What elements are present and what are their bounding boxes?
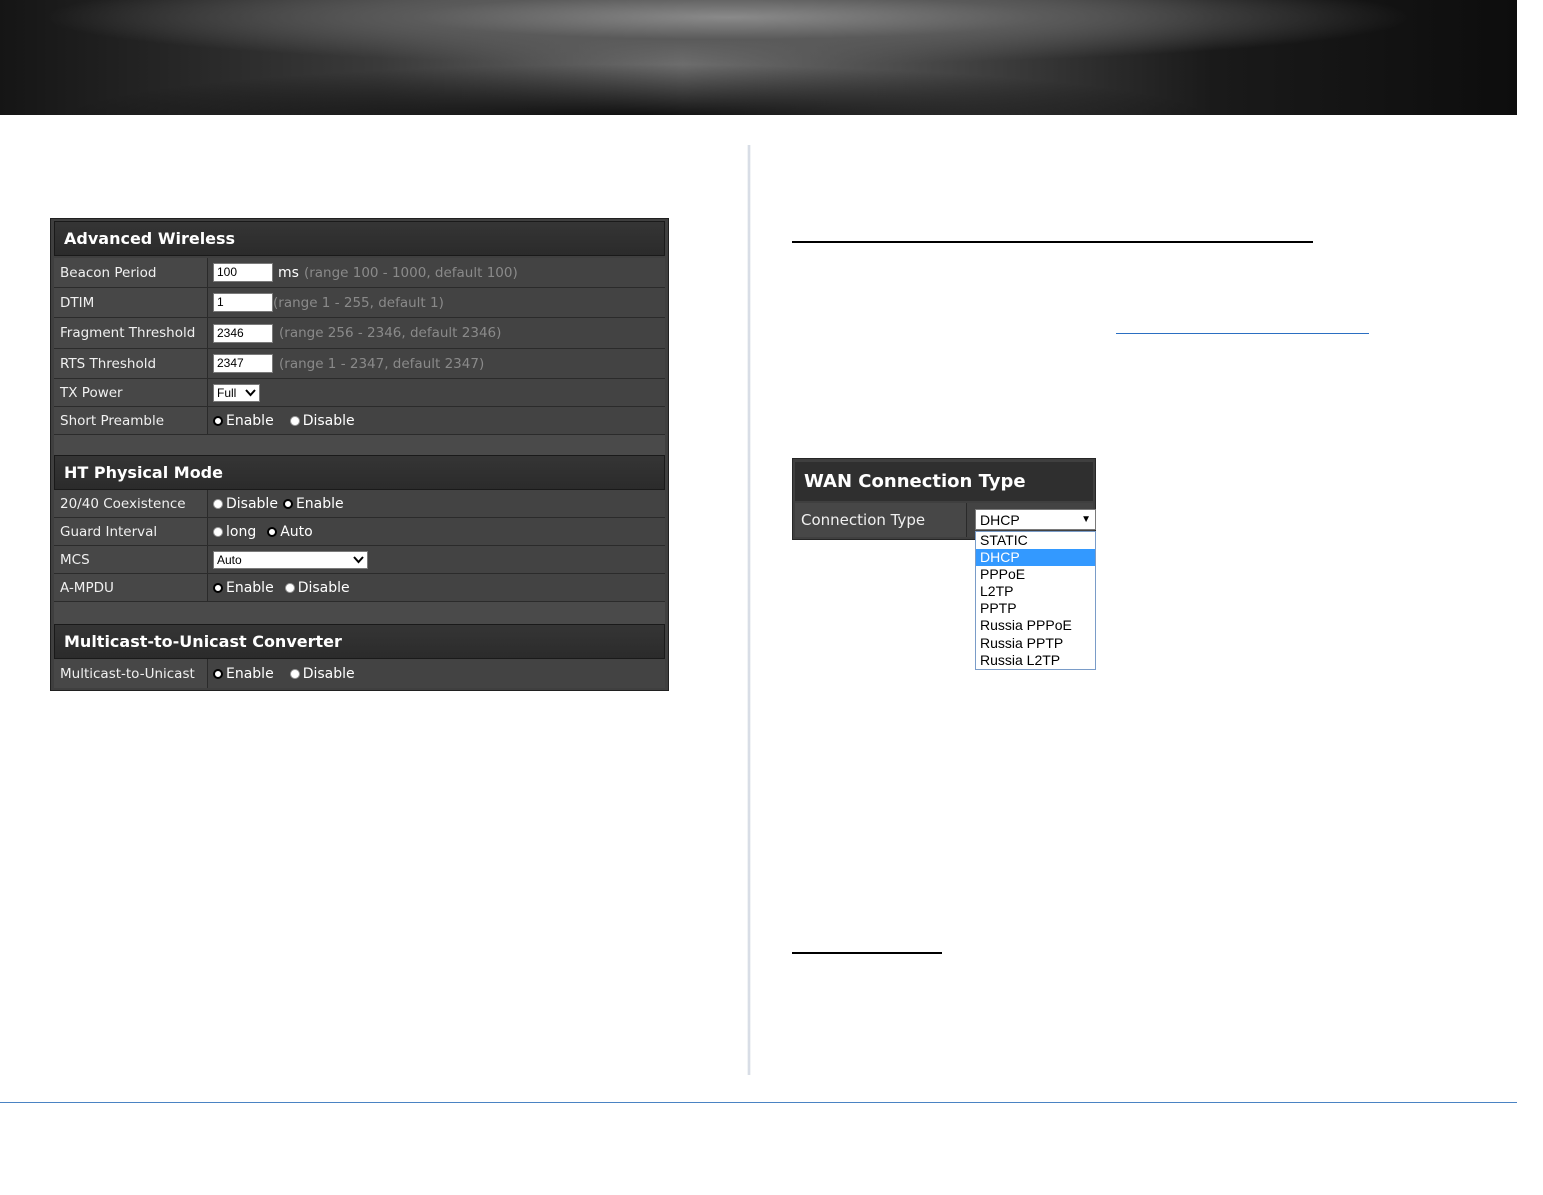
tx-power-row: TX Power Full (54, 379, 665, 407)
option-dhcp[interactable]: DHCP (976, 549, 1095, 567)
coexistence-disable-radio[interactable] (213, 498, 223, 509)
ampdu-disable-radio[interactable] (284, 582, 295, 593)
multicast-disable-radio[interactable] (289, 668, 300, 679)
beacon-period-input[interactable]: 100 (213, 263, 273, 282)
ampdu-row: A-MPDU Enable Disable (54, 574, 665, 602)
tx-power-value: Full (217, 385, 237, 400)
short-preamble-disable-label: Disable (302, 412, 355, 429)
dtim-hint: (range 1 - 255, default 1) (273, 294, 444, 311)
guard-interval-label: Guard Interval (54, 518, 208, 545)
tx-power-label: TX Power (54, 379, 208, 406)
mcs-label: MCS (54, 546, 208, 573)
option-pppoe[interactable]: PPPoE (976, 566, 1095, 583)
coexistence-enable-radio[interactable] (282, 498, 293, 509)
chevron-down-icon (353, 555, 364, 563)
advanced-wireless-panel: Advanced Wireless Beacon Period 100 ms (… (50, 218, 669, 691)
fragment-threshold-input[interactable]: 2346 (213, 323, 273, 343)
ampdu-enable-label: Enable (226, 579, 274, 596)
option-pptp[interactable]: PPTP (976, 600, 1095, 617)
connection-type-select[interactable]: DHCP ▼ (975, 509, 1096, 530)
mcs-row: MCS Auto (54, 546, 665, 574)
multicast-to-unicast-label: Multicast-to-Unicast (54, 659, 208, 688)
rts-threshold-label: RTS Threshold (54, 349, 208, 378)
beacon-period-unit: ms (278, 264, 299, 281)
short-preamble-row: Short Preamble Enable Disable (54, 407, 665, 435)
chevron-down-icon (245, 388, 256, 396)
multicast-enable-radio[interactable] (213, 668, 223, 679)
short-preamble-enable-radio[interactable] (213, 415, 223, 426)
guard-interval-auto-label: Auto (280, 523, 313, 540)
guard-interval-long-radio[interactable] (213, 526, 223, 537)
advanced-wireless-title: Advanced Wireless (54, 221, 665, 256)
rts-threshold-input[interactable]: 2347 (213, 354, 273, 373)
ampdu-label: A-MPDU (54, 574, 208, 601)
column-divider (747, 145, 751, 1075)
coexistence-disable-label: Disable (226, 495, 278, 512)
fragment-threshold-label: Fragment Threshold (54, 318, 208, 348)
section-spacer (54, 602, 665, 624)
beacon-period-hint: (range 100 - 1000, default 100) (303, 264, 518, 281)
option-russia-pptp[interactable]: Russia PPTP (976, 635, 1095, 652)
footer-rule (0, 1102, 1517, 1103)
multicast-enable-label: Enable (226, 665, 274, 682)
option-static[interactable]: STATIC (976, 532, 1095, 549)
fragment-threshold-hint: (range 256 - 2346, default 2346) (279, 325, 502, 341)
option-russia-pppoe[interactable]: Russia PPPoE (976, 617, 1095, 634)
dtim-input[interactable]: 1 (213, 293, 273, 312)
mcs-select[interactable]: Auto (213, 550, 368, 569)
dropdown-arrow-icon: ▼ (1081, 514, 1091, 525)
hyperlink-underline[interactable] (1116, 333, 1369, 334)
short-preamble-label: Short Preamble (54, 407, 208, 434)
guard-interval-row: Guard Interval long Auto (54, 518, 665, 546)
option-russia-l2tp[interactable]: Russia L2TP (976, 652, 1095, 669)
subheading-underline (792, 952, 942, 954)
rts-threshold-row: RTS Threshold 2347 (range 1 - 2347, defa… (54, 349, 665, 379)
fragment-threshold-row: Fragment Threshold 2346 (range 256 - 234… (54, 318, 665, 349)
multicast-to-unicast-row: Multicast-to-Unicast Enable Disable (54, 659, 665, 688)
multicast-disable-label: Disable (302, 665, 355, 682)
section-spacer (54, 435, 665, 455)
ht-physical-mode-title: HT Physical Mode (54, 455, 665, 490)
coexistence-row: 20/40 Coexistence Disable Enable (54, 490, 665, 518)
beacon-period-label: Beacon Period (54, 258, 208, 287)
coexistence-enable-label: Enable (295, 495, 344, 512)
connection-type-dropdown: STATIC DHCP PPPoE L2TP PPTP Russia PPPoE… (975, 531, 1096, 670)
mcs-value: Auto (217, 552, 242, 567)
short-preamble-disable-radio[interactable] (289, 415, 300, 426)
heading-underline (792, 241, 1313, 243)
dtim-label: DTIM (54, 288, 208, 317)
rts-threshold-hint: (range 1 - 2347, default 2347) (279, 355, 485, 372)
guard-interval-long-label: long (226, 523, 257, 540)
option-l2tp[interactable]: L2TP (976, 583, 1095, 600)
connection-type-value: DHCP (980, 511, 1020, 528)
short-preamble-enable-label: Enable (226, 412, 274, 429)
ampdu-disable-label: Disable (297, 579, 350, 596)
header-banner (0, 0, 1517, 115)
tx-power-select[interactable]: Full (213, 383, 260, 402)
multicast-converter-title: Multicast-to-Unicast Converter (54, 624, 665, 659)
connection-type-label: Connection Type (795, 503, 967, 537)
ampdu-enable-radio[interactable] (213, 582, 223, 593)
beacon-period-row: Beacon Period 100 ms (range 100 - 1000, … (54, 258, 665, 288)
dtim-row: DTIM 1 (range 1 - 255, default 1) (54, 288, 665, 318)
guard-interval-auto-radio[interactable] (267, 526, 278, 537)
wan-connection-title: WAN Connection Type (795, 462, 1093, 501)
coexistence-label: 20/40 Coexistence (54, 490, 208, 517)
